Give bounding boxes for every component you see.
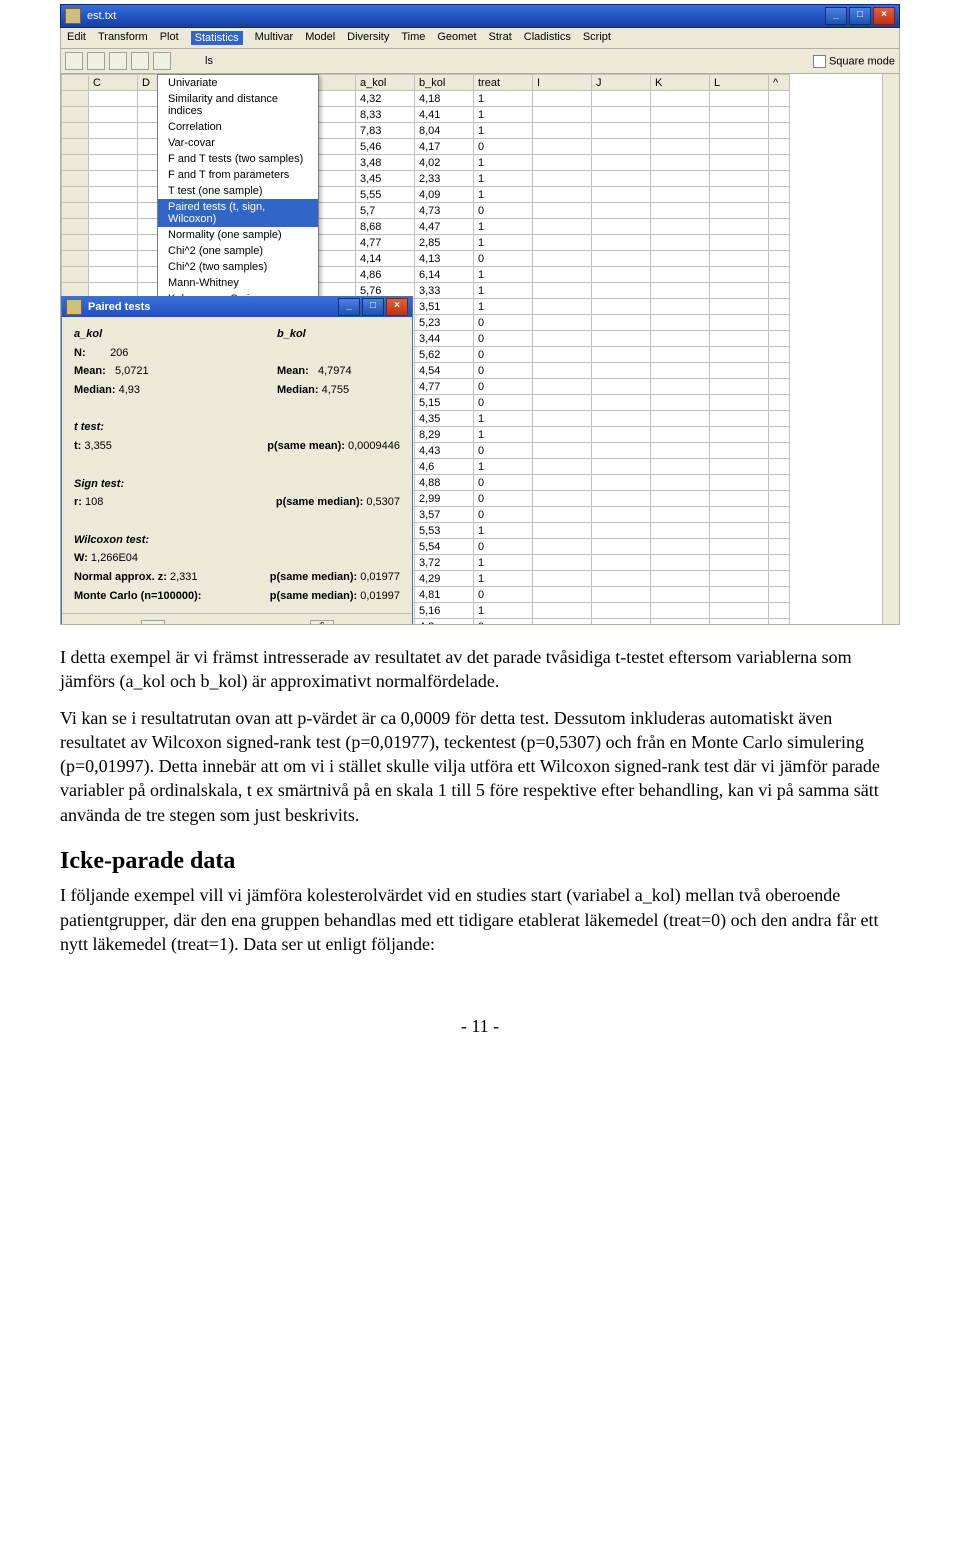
- menubar: Edit Transform Plot Statistics Multivar …: [60, 28, 900, 49]
- col-i[interactable]: I: [533, 75, 592, 91]
- median2-label: Median:: [277, 384, 319, 396]
- psame-mean-label: p(same mean):: [267, 440, 345, 452]
- psame-median-value: 0,5307: [366, 496, 400, 508]
- spreadsheet-area: C D a_kol b_kol treat I J K L ^ 4,324,18…: [60, 74, 900, 625]
- app-icon: [65, 8, 81, 24]
- menu-script[interactable]: Script: [583, 31, 611, 45]
- minimize-button[interactable]: _: [825, 7, 847, 25]
- document-body: I detta exempel är vi främst intresserad…: [60, 645, 900, 956]
- paired-tests-dialog: Paired tests _ □ × a_kol N: 206 Mean: 5,…: [61, 296, 413, 625]
- stats-menu-item[interactable]: T test (one sample): [158, 183, 318, 199]
- stats-menu-item[interactable]: Similarity and distance indices: [158, 91, 318, 119]
- ttest-heading: t test:: [74, 421, 104, 433]
- paste-icon[interactable]: [131, 52, 149, 70]
- stats-menu-item[interactable]: Normality (one sample): [158, 227, 318, 243]
- paired-col1-name: a_kol: [74, 328, 102, 340]
- square-mode-label: Square mode: [829, 55, 895, 67]
- vertical-scrollbar[interactable]: [882, 74, 899, 624]
- section-heading: Icke-parade data: [60, 845, 900, 877]
- col-treat[interactable]: treat: [474, 75, 533, 91]
- mean2-value: 4,7974: [318, 365, 352, 377]
- dialog-print-button[interactable]: ⎙: [310, 620, 334, 625]
- menu-edit[interactable]: Edit: [67, 31, 86, 45]
- median2-value: 4,755: [322, 384, 350, 396]
- app-screenshot: est.txt _ □ × Edit Transform Plot Statis…: [60, 4, 900, 625]
- stats-menu-item[interactable]: Chi^2 (two samples): [158, 259, 318, 275]
- psame-mean-value: 0,0009446: [348, 440, 400, 452]
- paragraph-3: I följande exempel vill vi jämföra koles…: [60, 883, 900, 956]
- mc-label: Monte Carlo (n=100000):: [74, 587, 201, 606]
- menu-diversity[interactable]: Diversity: [347, 31, 389, 45]
- r-value: 108: [85, 496, 103, 508]
- menu-geomet[interactable]: Geomet: [437, 31, 476, 45]
- normal-z-value: 2,331: [170, 571, 198, 583]
- paired-maximize[interactable]: □: [362, 298, 384, 316]
- w-label: W:: [74, 552, 88, 564]
- paired-close[interactable]: ×: [386, 298, 408, 316]
- stats-menu-item[interactable]: Correlation: [158, 119, 318, 135]
- col-j[interactable]: J: [592, 75, 651, 91]
- menu-plot[interactable]: Plot: [160, 31, 179, 45]
- mean2-label: Mean:: [277, 365, 309, 377]
- maximize-button[interactable]: □: [849, 7, 871, 25]
- median1-label: Median:: [74, 384, 116, 396]
- paragraph-2: Vi kan se i resultatrutan ovan att p-vär…: [60, 706, 900, 827]
- mean1-label: Mean:: [74, 365, 106, 377]
- t-label: t:: [74, 440, 81, 452]
- mean1-value: 5,0721: [115, 365, 149, 377]
- dialog-icon: [66, 299, 82, 315]
- paired-col2-name: b_kol: [277, 328, 306, 340]
- wilcoxon-heading: Wilcoxon test:: [74, 534, 149, 546]
- menu-multivar[interactable]: Multivar: [255, 31, 294, 45]
- menu-statistics[interactable]: Statistics: [191, 31, 243, 45]
- save-icon[interactable]: [87, 52, 105, 70]
- n-label: N:: [74, 347, 86, 359]
- stats-menu-item[interactable]: Univariate: [158, 75, 318, 91]
- decimals-label: ls: [205, 55, 213, 67]
- square-mode-checkbox[interactable]: [813, 55, 826, 68]
- stats-menu-item[interactable]: Paired tests (t, sign, Wilcoxon): [158, 199, 318, 227]
- w-value: 1,266E04: [91, 552, 138, 564]
- close-button[interactable]: ×: [873, 7, 895, 25]
- print-icon[interactable]: [153, 52, 171, 70]
- menu-time[interactable]: Time: [401, 31, 425, 45]
- r-label: r:: [74, 496, 82, 508]
- titlebar: est.txt _ □ ×: [60, 4, 900, 28]
- toolbar: ls Square mode: [60, 49, 900, 74]
- stats-menu-item[interactable]: F and T from parameters: [158, 167, 318, 183]
- stats-menu-item[interactable]: F and T tests (two samples): [158, 151, 318, 167]
- sign-heading: Sign test:: [74, 478, 124, 490]
- paired-titlebar: Paired tests _ □ ×: [62, 297, 412, 317]
- col-akol[interactable]: a_kol: [356, 75, 415, 91]
- psame-median-mc: 0,01997: [360, 590, 400, 602]
- window-title: est.txt: [87, 10, 116, 22]
- t-value: 3,355: [84, 440, 112, 452]
- page-number: - 11 -: [0, 1016, 960, 1037]
- paired-title-text: Paired tests: [88, 301, 150, 313]
- psame-median-label: p(same median):: [276, 496, 363, 508]
- col-k[interactable]: K: [651, 75, 710, 91]
- stats-menu-item[interactable]: Var-covar: [158, 135, 318, 151]
- stats-menu-item[interactable]: Mann-Whitney: [158, 275, 318, 291]
- open-icon[interactable]: [65, 52, 83, 70]
- psame-median-w: 0,01977: [360, 571, 400, 583]
- stats-menu-item[interactable]: Chi^2 (one sample): [158, 243, 318, 259]
- paired-minimize[interactable]: _: [338, 298, 360, 316]
- n-value: 206: [110, 347, 128, 359]
- col-c[interactable]: C: [89, 75, 138, 91]
- normal-z-label: Normal approx. z:: [74, 571, 167, 583]
- window-controls: _ □ ×: [825, 7, 895, 25]
- menu-cladistics[interactable]: Cladistics: [524, 31, 571, 45]
- median1-value: 4,93: [119, 384, 140, 396]
- dialog-cancel-button[interactable]: ×: [141, 620, 165, 625]
- paragraph-1: I detta exempel är vi främst intresserad…: [60, 645, 900, 694]
- menu-model[interactable]: Model: [305, 31, 335, 45]
- menu-transform[interactable]: Transform: [98, 31, 148, 45]
- col-l[interactable]: L: [710, 75, 769, 91]
- col-bkol[interactable]: b_kol: [415, 75, 474, 91]
- menu-strat[interactable]: Strat: [489, 31, 512, 45]
- copy-icon[interactable]: [109, 52, 127, 70]
